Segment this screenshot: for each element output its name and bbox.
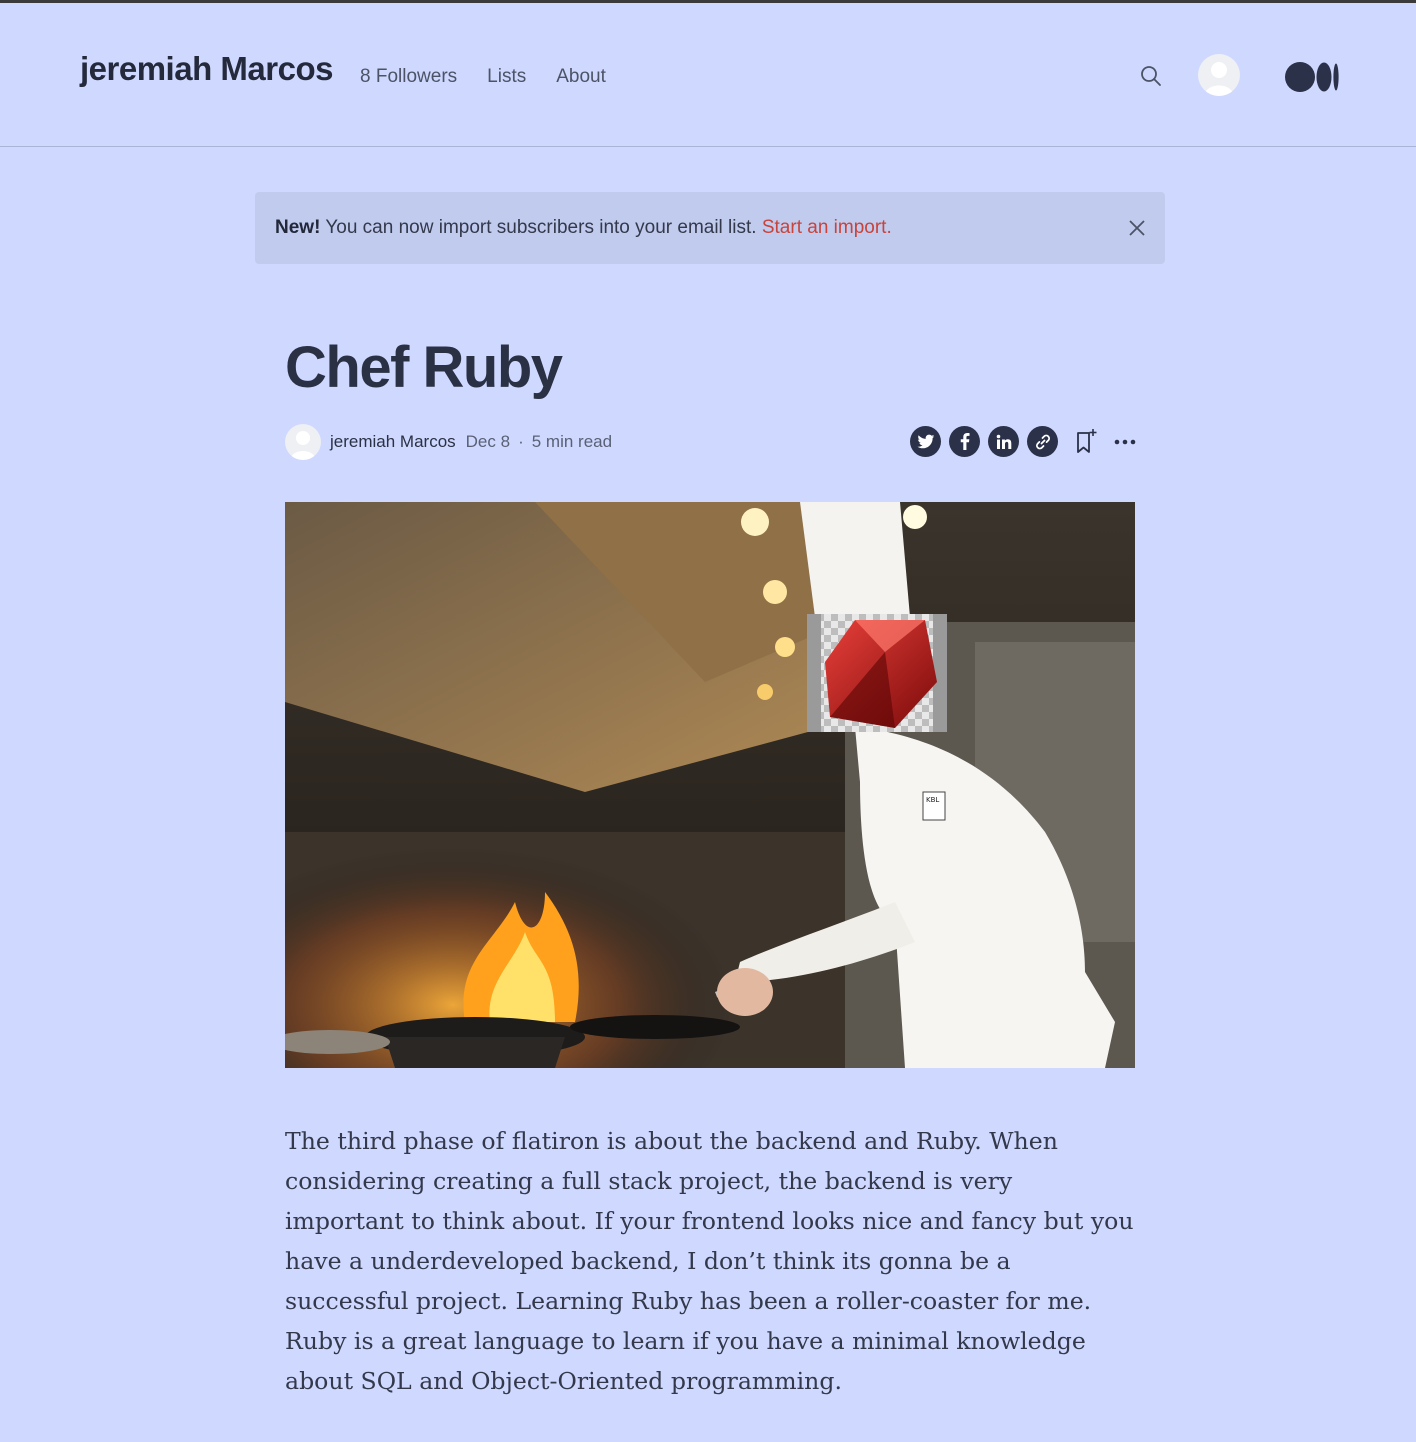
user-avatar[interactable] [1198, 54, 1240, 96]
author-name[interactable]: jeremiah Marcos [330, 432, 456, 452]
hero-image: KBL [285, 502, 1135, 1068]
banner-message: New! You can now import subscribers into… [275, 217, 892, 239]
start-import-link[interactable]: Start an import. [762, 217, 892, 238]
user-silhouette-icon [1204, 62, 1234, 96]
profile-nav: 8 Followers Lists About [360, 66, 606, 88]
article-body-paragraph: The third phase of flatiron is about the… [285, 1127, 1134, 1395]
publication-brand[interactable]: jeremiah Marcos [80, 50, 333, 88]
more-options-icon[interactable] [1114, 438, 1136, 446]
linkedin-icon[interactable] [988, 426, 1019, 457]
facebook-icon[interactable] [949, 426, 980, 457]
badge-text: KBL [926, 796, 939, 804]
article-title: Chef Ruby [285, 335, 563, 400]
read-time: 5 min read [531, 432, 613, 451]
nav-about-link[interactable]: About [556, 66, 606, 88]
import-banner: New! You can now import subscribers into… [255, 192, 1165, 264]
publish-date: Dec 8 [465, 432, 511, 451]
meta-separator: · [518, 432, 524, 451]
twitter-icon[interactable] [910, 426, 941, 457]
link-icon[interactable] [1027, 426, 1058, 457]
article-meta: jeremiah Marcos Dec 8 · 5 min read [285, 424, 612, 460]
chef-kitchen-illustration: KBL [285, 502, 1135, 1068]
medium-logo-icon[interactable] [1284, 61, 1340, 93]
bookmark-add-icon[interactable] [1074, 428, 1098, 456]
nav-followers-link[interactable]: 8 Followers [360, 66, 457, 88]
nav-lists-link[interactable]: Lists [487, 66, 526, 88]
search-icon[interactable] [1140, 65, 1162, 87]
close-icon[interactable] [1127, 218, 1147, 238]
banner-new-label: New! [275, 217, 321, 238]
share-toolbar [910, 426, 1136, 457]
author-silhouette-icon [290, 431, 316, 460]
site-header: jeremiah Marcos 8 Followers Lists About [0, 3, 1416, 147]
author-avatar[interactable] [285, 424, 321, 460]
banner-text: You can now import subscribers into your… [320, 217, 762, 238]
